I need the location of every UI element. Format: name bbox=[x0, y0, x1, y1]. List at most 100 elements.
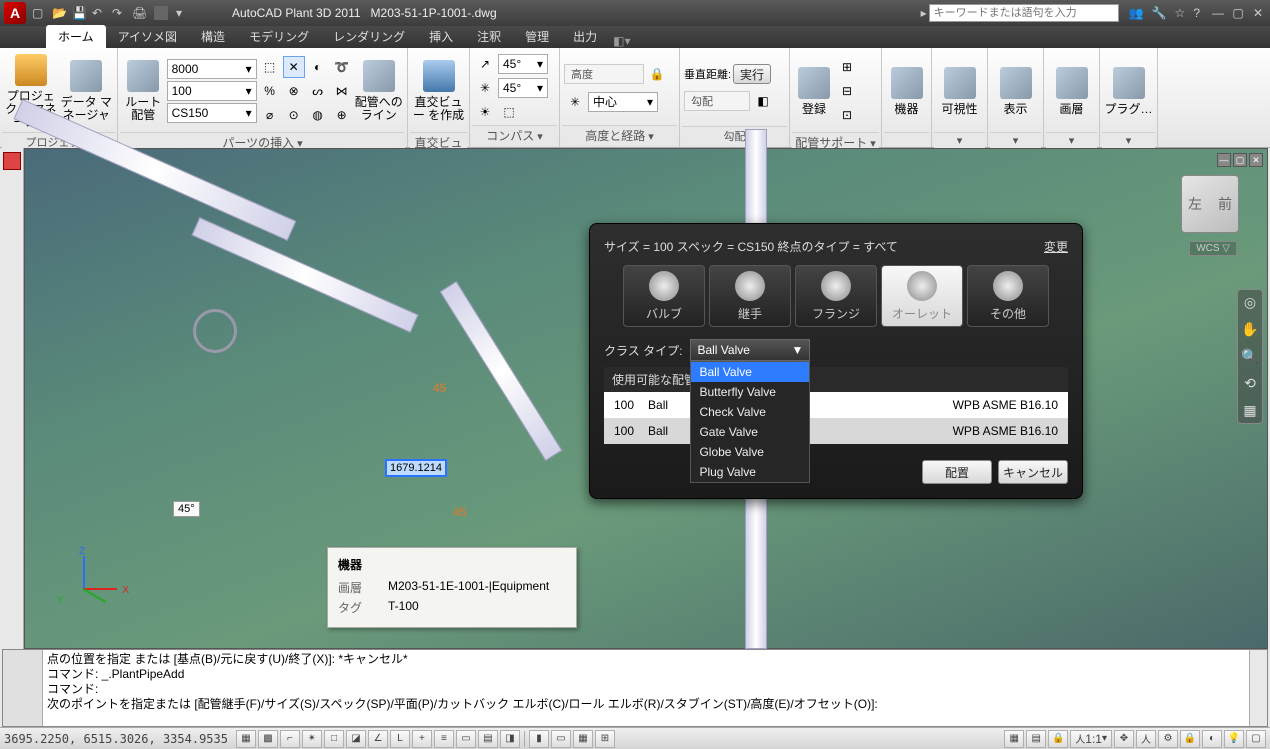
zoom-icon[interactable]: 🔍 bbox=[1241, 348, 1258, 365]
size-combo-2[interactable]: 100▾ bbox=[167, 81, 257, 101]
save-icon[interactable]: 💾 bbox=[72, 6, 86, 20]
compass-btn-2[interactable]: ✳ bbox=[474, 77, 496, 99]
annoscale-icon[interactable]: 🔒 bbox=[1048, 730, 1068, 748]
parts-opt1-icon[interactable]: ⬚ bbox=[259, 56, 281, 78]
spec-row[interactable]: 100BallWPB ASME B16.10 bbox=[604, 418, 1068, 444]
tab-insert[interactable]: 挿入 bbox=[417, 25, 465, 48]
open-icon[interactable]: 📂 bbox=[52, 6, 66, 20]
tab-manage[interactable]: 管理 bbox=[513, 25, 561, 48]
hardware-accel-icon[interactable]: ◐ bbox=[1202, 730, 1222, 748]
compass-angle-1[interactable]: 45°▾ bbox=[498, 54, 548, 74]
qview-button[interactable]: ▦ bbox=[573, 730, 593, 748]
dyn-toggle[interactable]: + bbox=[412, 730, 432, 748]
vp-close-icon[interactable]: ✕ bbox=[1249, 153, 1263, 167]
tab-home[interactable]: ホーム bbox=[46, 25, 106, 48]
layoutspace-icon[interactable]: ▤ bbox=[1026, 730, 1046, 748]
dropdown-option[interactable]: Check Valve bbox=[691, 402, 809, 422]
command-line[interactable]: 点の位置を指定 または [基点(B)/元に戻す(U)/終了(X)]: *キャンセ… bbox=[2, 649, 1268, 727]
support-opt2-icon[interactable]: ⊟ bbox=[836, 80, 858, 102]
ortho-view-button[interactable]: 直交ビュー を作成 bbox=[412, 52, 465, 130]
pipe-to-line-button[interactable]: 配管への ライン bbox=[355, 52, 403, 130]
isolate-icon[interactable]: 💡 bbox=[1224, 730, 1244, 748]
minimize-button[interactable]: — bbox=[1210, 6, 1226, 20]
fitting-btn-2[interactable]: ◐ bbox=[307, 56, 329, 78]
layer-button[interactable]: 画層 bbox=[1048, 52, 1095, 130]
fitting-btn-8[interactable]: ◍ bbox=[307, 104, 329, 126]
cmdline-text[interactable]: 点の位置を指定 または [基点(B)/元に戻す(U)/終了(X)]: *キャンセ… bbox=[43, 650, 1249, 726]
annovis-icon[interactable]: 人 bbox=[1136, 730, 1156, 748]
compass-angle-2[interactable]: 45°▾ bbox=[498, 78, 548, 98]
ducs-toggle[interactable]: L bbox=[390, 730, 410, 748]
drawing-viewport[interactable]: — ▢ ✕ WCS ▽ ◎ ✋ 🔍 ⟲ ▦ 45 45 1679.1214 45… bbox=[24, 148, 1268, 649]
cmdline-grip[interactable] bbox=[3, 650, 43, 726]
model-button[interactable]: ▮ bbox=[529, 730, 549, 748]
undo-icon[interactable]: ↶ bbox=[92, 6, 106, 20]
tab-iso[interactable]: アイソメ図 bbox=[106, 25, 189, 48]
place-button[interactable]: 配置 bbox=[922, 460, 992, 484]
modelspace-icon[interactable]: ▦ bbox=[1004, 730, 1024, 748]
search-input[interactable] bbox=[929, 4, 1119, 22]
change-link[interactable]: 変更 bbox=[1044, 238, 1068, 255]
search-chevron-icon[interactable]: ▸ bbox=[921, 6, 927, 20]
center-combo[interactable]: 中心▾ bbox=[588, 92, 658, 112]
app-menu-button[interactable]: A bbox=[4, 2, 26, 24]
compass-btn-1[interactable]: ↗ bbox=[474, 53, 496, 75]
tpy-toggle[interactable]: ▭ bbox=[456, 730, 476, 748]
tab-output[interactable]: 出力 bbox=[561, 25, 609, 48]
slope-icon[interactable]: ◧ bbox=[752, 90, 774, 112]
register-support-button[interactable]: 登録 bbox=[794, 52, 834, 130]
route-pipe-button[interactable]: ルート 配管 bbox=[122, 52, 165, 130]
support-opt3-icon[interactable]: ⊡ bbox=[836, 104, 858, 126]
compass-btn-4[interactable]: ⬚ bbox=[498, 101, 520, 123]
category-flange[interactable]: フランジ bbox=[795, 265, 877, 327]
showmotion-icon[interactable]: ▦ bbox=[1243, 402, 1256, 419]
print-icon[interactable]: 🖨 bbox=[132, 6, 146, 20]
fitting-btn-4[interactable]: ⊗ bbox=[283, 80, 305, 102]
exchange-icon[interactable]: ☆ bbox=[1175, 6, 1186, 20]
osnap-toggle[interactable]: □ bbox=[324, 730, 344, 748]
maximize-button[interactable]: ▢ bbox=[1230, 6, 1246, 20]
dropdown-option[interactable]: Ball Valve bbox=[691, 362, 809, 382]
category-other[interactable]: その他 bbox=[967, 265, 1049, 327]
spec-row[interactable]: 100BallWPB ASME B16.10 bbox=[604, 392, 1068, 418]
compass-btn-3[interactable]: ☀ bbox=[474, 101, 496, 123]
key-icon[interactable]: 🔧 bbox=[1152, 6, 1167, 20]
cancel-button[interactable]: キャンセル bbox=[998, 460, 1068, 484]
center-icon[interactable]: ✳ bbox=[564, 91, 586, 113]
spec-combo[interactable]: CS150▾ bbox=[167, 103, 257, 123]
parts-opt3-icon[interactable]: ⌀ bbox=[259, 104, 281, 126]
dropdown-option[interactable]: Butterfly Valve bbox=[691, 382, 809, 402]
fitting-btn-9[interactable]: ⊕ bbox=[331, 104, 353, 126]
parts-opt2-icon[interactable]: % bbox=[259, 80, 281, 102]
new-icon[interactable]: ▢ bbox=[32, 6, 46, 20]
slope-field[interactable]: 勾配 bbox=[684, 91, 750, 111]
annotate-icon[interactable]: ✥ bbox=[1114, 730, 1134, 748]
dropdown-option[interactable]: Plug Valve bbox=[691, 462, 809, 482]
visibility-button[interactable]: 可視性 bbox=[936, 52, 983, 130]
view-cube[interactable] bbox=[1181, 175, 1239, 233]
tab-expand-icon[interactable]: ◧▾ bbox=[613, 34, 630, 48]
dropdown-option[interactable]: Gate Valve bbox=[691, 422, 809, 442]
sc-toggle[interactable]: ◨ bbox=[500, 730, 520, 748]
elevation-field[interactable]: 高度 bbox=[564, 64, 644, 84]
tab-annotate[interactable]: 注釈 bbox=[465, 25, 513, 48]
otrack-toggle[interactable]: ∠ bbox=[368, 730, 388, 748]
qview2-button[interactable]: ⊞ bbox=[595, 730, 615, 748]
dimension-input[interactable]: 1679.1214 bbox=[385, 459, 447, 477]
drawing-tab-icon[interactable] bbox=[3, 152, 21, 170]
tab-rendering[interactable]: レンダリング bbox=[321, 25, 417, 48]
fitting-btn-7[interactable]: ⊙ bbox=[283, 104, 305, 126]
qp-toggle[interactable]: ▤ bbox=[478, 730, 498, 748]
fitting-btn-6[interactable]: ⋈ bbox=[331, 80, 353, 102]
clean-screen-icon[interactable]: ▢ bbox=[1246, 730, 1266, 748]
dropdown-option[interactable]: Globe Valve bbox=[691, 442, 809, 462]
category-fitting[interactable]: 継手 bbox=[709, 265, 791, 327]
tab-modeling[interactable]: モデリング bbox=[237, 25, 321, 48]
category-valve[interactable]: バルブ bbox=[623, 265, 705, 327]
class-type-select[interactable]: Ball Valve▼ Ball Valve Butterfly Valve C… bbox=[690, 339, 810, 361]
ws-switch-icon[interactable]: ⚙ bbox=[1158, 730, 1178, 748]
pan-icon[interactable]: ✋ bbox=[1241, 321, 1258, 338]
snap-toggle[interactable]: ▦ bbox=[236, 730, 256, 748]
orbit-icon[interactable]: ⟲ bbox=[1244, 375, 1256, 392]
lwt-toggle[interactable]: ≡ bbox=[434, 730, 454, 748]
